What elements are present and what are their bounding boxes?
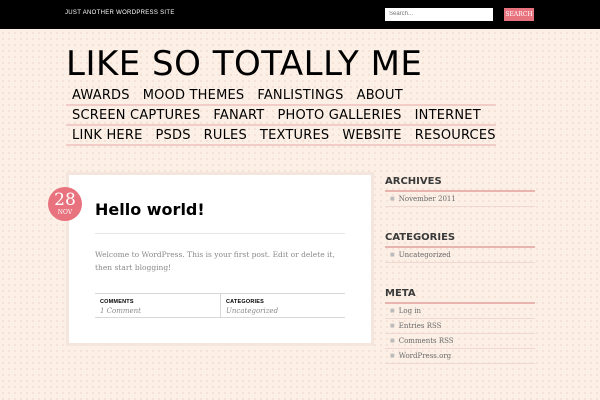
post-date-badge: 28 NOV <box>48 187 82 221</box>
categories-widget: CATEGORIES ■ Uncategorized <box>385 232 535 263</box>
main-nav: AWARDS MOOD THEMES FANLISTINGS ABOUT SCR… <box>66 86 496 146</box>
list-item[interactable]: ■ November 2011 <box>385 192 535 207</box>
comments-rss-link[interactable]: Comments RSS <box>399 334 454 348</box>
bullet-icon: ■ <box>390 353 395 359</box>
nav-item-mood-themes[interactable]: MOOD THEMES <box>143 88 245 103</box>
search-button[interactable]: SEARCH <box>504 8 534 21</box>
post-divider <box>95 233 345 234</box>
nav-item-screen-captures[interactable]: SCREEN CAPTURES <box>72 108 200 123</box>
nav-item-rules[interactable]: RULES <box>204 128 247 143</box>
bullet-icon: ■ <box>390 308 395 314</box>
meta-widget: META ■ Log in ■ Entries RSS ■ Comments RSS … <box>385 288 535 364</box>
bullet-icon: ■ <box>390 196 395 202</box>
bullet-icon: ■ <box>390 323 395 329</box>
categories-title: CATEGORIES <box>385 232 535 248</box>
list-item[interactable]: ■ Uncategorized <box>385 248 535 263</box>
archives-widget: ARCHIVES ■ November 2011 <box>385 176 535 207</box>
login-link[interactable]: Log in <box>399 304 421 318</box>
nav-item-fanlistings[interactable]: FANLISTINGS <box>257 88 343 103</box>
post-date-month: NOV <box>57 209 73 216</box>
nav-item-psds[interactable]: PSDS <box>156 128 191 143</box>
nav-item-resources[interactable]: RESOURCES <box>415 128 496 143</box>
nav-item-about[interactable]: ABOUT <box>357 88 403 103</box>
nav-item-website[interactable]: WEBSITE <box>342 128 401 143</box>
categories-label: CATEGORIES <box>226 299 264 305</box>
nav-row: AWARDS MOOD THEMES FANLISTINGS ABOUT <box>66 86 496 106</box>
nav-item-photo-galleries[interactable]: PHOTO GALLERIES <box>277 108 401 123</box>
bullet-icon: ■ <box>390 252 395 258</box>
post-comments: COMMENTS 1 Comment <box>95 294 220 317</box>
search-input[interactable] <box>385 8 493 21</box>
category-link[interactable]: Uncategorized <box>399 248 451 262</box>
site-tagline: JUST ANOTHER WORDPRESS SITE <box>65 10 175 16</box>
list-item[interactable]: ■ Log in <box>385 304 535 319</box>
list-item[interactable]: ■ Entries RSS <box>385 319 535 334</box>
archive-link[interactable]: November 2011 <box>399 192 456 206</box>
nav-row: LINK HERE PSDS RULES TEXTURES WEBSITE RE… <box>66 126 496 146</box>
post-title[interactable]: Hello world! <box>95 200 205 219</box>
post-meta: COMMENTS 1 Comment CATEGORIES Uncategori… <box>95 293 345 318</box>
category-link[interactable]: Uncategorized <box>226 307 341 315</box>
comments-label: COMMENTS <box>100 299 134 305</box>
bullet-icon: ■ <box>390 338 395 344</box>
wordpress-org-link[interactable]: WordPress.org <box>399 349 451 363</box>
entries-rss-link[interactable]: Entries RSS <box>399 319 442 333</box>
site-title[interactable]: LIKE SO TOTALLY ME <box>66 44 422 84</box>
post-date-day: 28 <box>54 190 76 210</box>
nav-row: SCREEN CAPTURES FANART PHOTO GALLERIES I… <box>66 106 496 126</box>
top-bar: JUST ANOTHER WORDPRESS SITE SEARCH <box>0 0 600 29</box>
meta-title: META <box>385 288 535 304</box>
post-excerpt: Welcome to WordPress. This is your first… <box>95 250 335 272</box>
archives-title: ARCHIVES <box>385 176 535 192</box>
nav-item-link-here[interactable]: LINK HERE <box>72 128 143 143</box>
nav-item-textures[interactable]: TEXTURES <box>260 128 329 143</box>
nav-item-awards[interactable]: AWARDS <box>72 88 130 103</box>
list-item[interactable]: ■ Comments RSS <box>385 334 535 349</box>
nav-item-fanart[interactable]: FANART <box>213 108 264 123</box>
post-categories: CATEGORIES Uncategorized <box>220 294 345 317</box>
nav-item-internet[interactable]: INTERNET <box>415 108 481 123</box>
list-item[interactable]: ■ WordPress.org <box>385 349 535 364</box>
comments-link[interactable]: 1 Comment <box>100 307 216 315</box>
